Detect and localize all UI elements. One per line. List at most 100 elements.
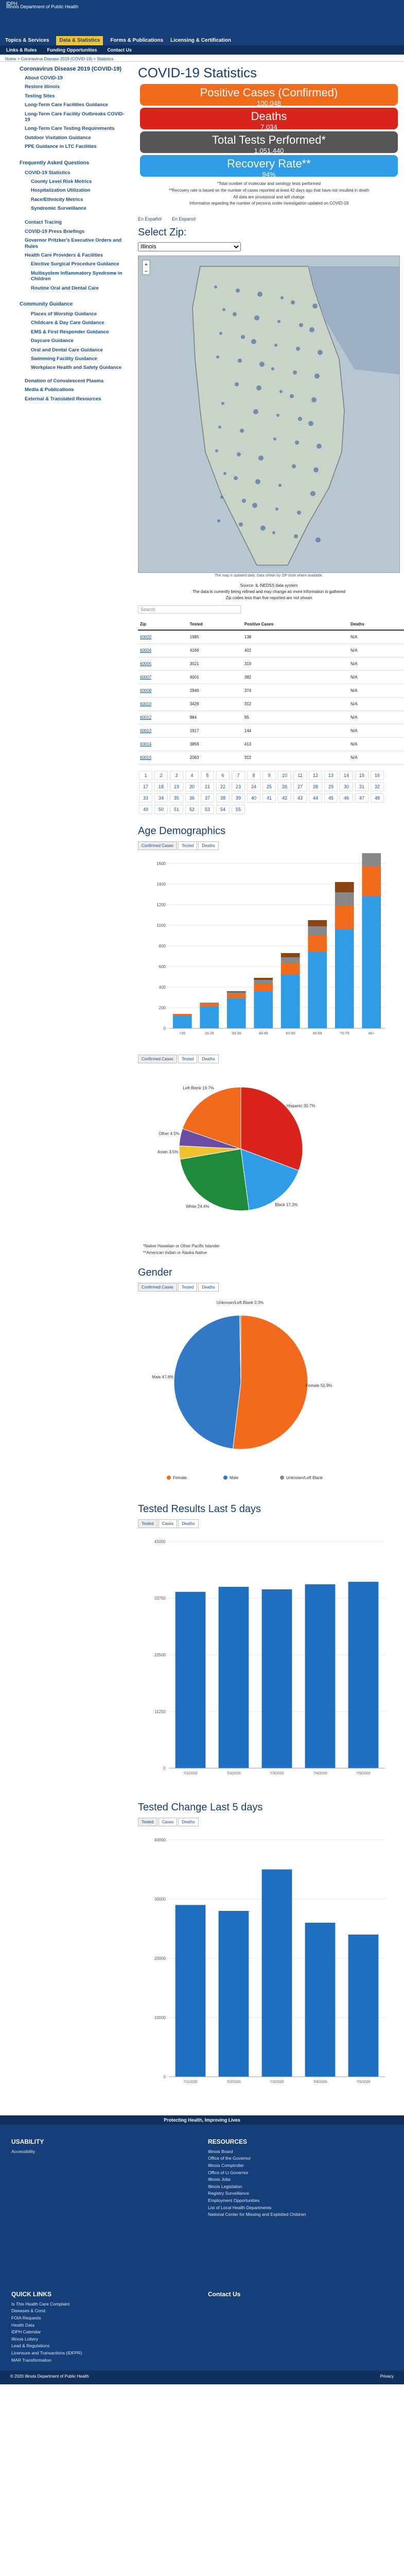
map-marker[interactable]: [221, 402, 224, 405]
page-link[interactable]: 12: [309, 771, 322, 781]
page-link[interactable]: 54: [216, 805, 230, 815]
sidebar-subitem[interactable]: County Level Risk Metrics: [31, 179, 129, 184]
sidebar-stats[interactable]: COVID-19 Statistics: [25, 170, 129, 176]
map-marker[interactable]: [280, 296, 284, 300]
map-marker[interactable]: [314, 374, 320, 379]
bar[interactable]: [335, 882, 354, 893]
resource-link[interactable]: Employment Opportunities: [208, 2197, 306, 2205]
map-marker[interactable]: [277, 320, 280, 324]
map-marker[interactable]: [257, 292, 262, 297]
bar[interactable]: [261, 1869, 292, 2077]
bar[interactable]: [280, 963, 300, 975]
map-marker[interactable]: [218, 426, 221, 429]
tab-deaths[interactable]: Deaths: [178, 1817, 199, 1826]
page-link[interactable]: 10: [278, 771, 291, 781]
tab-deaths[interactable]: Deaths: [198, 841, 219, 851]
map-marker[interactable]: [238, 359, 242, 363]
bar[interactable]: [200, 1007, 219, 1029]
tab-deaths[interactable]: Deaths: [198, 1282, 219, 1292]
page-link[interactable]: 37: [201, 793, 214, 803]
map-marker[interactable]: [274, 344, 277, 347]
sidebar-item[interactable]: Health Care Providers & Facilities: [25, 252, 129, 258]
quick-link[interactable]: Illinois Lottery: [11, 2336, 82, 2343]
page-link[interactable]: 19: [170, 782, 183, 792]
tab-cases[interactable]: Cases: [158, 1817, 178, 1826]
tab-confirmed[interactable]: Confirmed Cases: [138, 1282, 177, 1292]
sidebar-item[interactable]: Long-Term Care Testing Requirements: [25, 126, 129, 131]
map-marker[interactable]: [296, 347, 300, 351]
page-link[interactable]: 45: [324, 793, 338, 803]
page-link[interactable]: 49: [139, 805, 152, 815]
table-header[interactable]: Deaths: [348, 619, 404, 631]
bar[interactable]: [362, 896, 381, 1029]
page-link[interactable]: 30: [340, 782, 353, 792]
tab-tested[interactable]: Tested: [178, 841, 198, 851]
map-marker[interactable]: [260, 526, 266, 531]
nav-funding[interactable]: Funding Opportunities: [47, 45, 97, 55]
map-marker[interactable]: [273, 437, 276, 441]
zip-link[interactable]: 60005: [138, 657, 188, 671]
page-link[interactable]: 33: [139, 793, 152, 803]
page-link[interactable]: 1: [139, 771, 152, 781]
map-marker[interactable]: [313, 467, 319, 473]
sidebar-subitem[interactable]: Swimming Facility Guidance: [31, 356, 129, 362]
quick-link[interactable]: Health Data: [11, 2322, 82, 2329]
sidebar-item[interactable]: PPE Guidance in LTC Facilities: [25, 144, 129, 149]
map-marker[interactable]: [258, 455, 264, 461]
search-input[interactable]: Search: [138, 605, 241, 614]
bar[interactable]: [254, 984, 273, 992]
spanish-link[interactable]: En Español: [138, 216, 162, 222]
sidebar-item[interactable]: About COVID-19: [25, 75, 129, 81]
sidebar-item[interactable]: Testing Sites: [25, 93, 129, 99]
sidebar-subitem[interactable]: Race/Ethnicity Metrics: [31, 197, 129, 202]
map-marker[interactable]: [299, 323, 303, 328]
page-link[interactable]: 5: [201, 771, 214, 781]
zip-link[interactable]: 60002: [138, 630, 188, 645]
page-link[interactable]: 31: [355, 782, 368, 792]
page-link[interactable]: 47: [355, 793, 368, 803]
breadcrumb[interactable]: Home > Coronavirus Disease 2019 (COVID-1…: [0, 55, 404, 62]
sidebar-item[interactable]: Long-Term Care Facility Outbreaks COVID-…: [25, 111, 129, 123]
page-link[interactable]: 9: [262, 771, 276, 781]
zip-link[interactable]: 60010: [138, 697, 188, 711]
sidebar-subitem[interactable]: Childcare & Day Care Guidance: [31, 320, 129, 326]
map-marker[interactable]: [312, 303, 318, 309]
bar[interactable]: [254, 978, 273, 980]
sidebar-item[interactable]: Governor Pritzker's Executive Orders and…: [25, 238, 129, 249]
bar[interactable]: [254, 991, 273, 1029]
page-link[interactable]: 22: [216, 782, 230, 792]
sidebar-subitem[interactable]: EMS & First Responder Guidance: [31, 329, 129, 335]
map-marker[interactable]: [291, 300, 295, 305]
bar[interactable]: [200, 1004, 219, 1007]
contact-heading[interactable]: Contact Us: [208, 2291, 240, 2298]
map-marker[interactable]: [308, 421, 313, 427]
page-link[interactable]: 2: [154, 771, 168, 781]
sidebar-subitem[interactable]: Places of Worship Guidance: [31, 311, 129, 317]
bar[interactable]: [305, 1922, 336, 2077]
map-marker[interactable]: [253, 409, 258, 415]
quick-link[interactable]: FOIA Requests: [11, 2315, 82, 2322]
sidebar-subitem[interactable]: Workplace Health and Safety Guidance: [31, 365, 129, 370]
map-marker[interactable]: [215, 449, 218, 453]
bar[interactable]: [218, 1910, 249, 2077]
map-marker[interactable]: [279, 390, 283, 394]
bar[interactable]: [200, 1003, 219, 1004]
bar[interactable]: [175, 1905, 206, 2077]
page-link[interactable]: 42: [278, 793, 291, 803]
bar[interactable]: [226, 992, 246, 995]
map-marker[interactable]: [219, 332, 222, 335]
nav-contact[interactable]: Contact Us: [108, 45, 132, 55]
map-marker[interactable]: [233, 312, 237, 317]
bar[interactable]: [335, 906, 354, 930]
tab-deaths[interactable]: Deaths: [178, 1519, 199, 1528]
map-marker[interactable]: [295, 440, 299, 445]
map-marker[interactable]: [278, 484, 282, 487]
map-marker[interactable]: [317, 444, 322, 449]
zip-link[interactable]: 60007: [138, 670, 188, 685]
bar[interactable]: [335, 929, 354, 1029]
page-link[interactable]: 29: [324, 782, 338, 792]
zip-link[interactable]: 60014: [138, 737, 188, 752]
map-marker[interactable]: [297, 511, 301, 515]
sidebar-item[interactable]: Elective Surgical Procedure Guidance: [31, 261, 129, 267]
quick-link[interactable]: Lead & Regulations: [11, 2343, 82, 2350]
